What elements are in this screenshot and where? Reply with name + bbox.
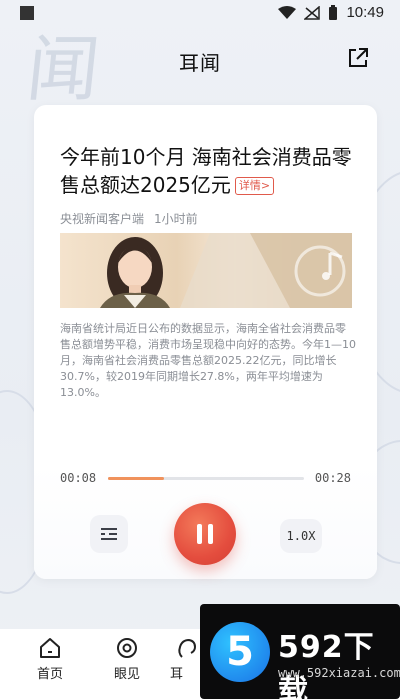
ear-icon <box>178 638 197 658</box>
nav-label: 眼见 <box>113 667 140 682</box>
battery-icon <box>329 4 338 20</box>
app-screen: 10:49 闻 耳闻 今年前10个月 海南社会消费品零售总额达2025亿元 详情>… <box>0 0 400 699</box>
anchor-illustration <box>100 233 352 308</box>
article-summary: 海南省统计局近日公布的数据显示，海南全省社会消费品零售总额增势平稳，消费市场呈现… <box>60 322 356 399</box>
page-title: 耳闻 <box>179 51 221 75</box>
logo-digit: 5 <box>226 629 254 675</box>
nav-label: 首页 <box>36 667 63 682</box>
pause-icon <box>194 524 216 544</box>
article-meta: 央视新闻客户端 1小时前 <box>60 210 198 227</box>
home-icon <box>40 638 60 658</box>
article-image <box>60 233 352 308</box>
nav-item-eye[interactable]: 眼见 <box>97 637 157 682</box>
nav-item-home[interactable]: 首页 <box>20 637 80 682</box>
publish-time: 1小时前 <box>154 212 198 226</box>
site-watermark-logo: 5 592下载 www.592xiazai.com <box>200 604 400 699</box>
eye-icon <box>117 638 137 658</box>
source-label: 央视新闻客户端 <box>60 212 145 226</box>
logo-url: www.592xiazai.com <box>278 666 400 680</box>
total-time: 00:28 <box>314 471 351 485</box>
elapsed-time: 00:08 <box>60 471 97 485</box>
pause-button[interactable] <box>174 503 236 565</box>
logo-badge: 5 <box>210 622 270 682</box>
no-signal-icon <box>304 5 321 20</box>
nav-label: 耳 <box>170 667 184 682</box>
wifi-icon <box>278 5 297 19</box>
audio-news-card: 今年前10个月 海南社会消费品零售总额达2025亿元 详情> 央视新闻客户端 1小时… <box>34 105 377 579</box>
article-headline[interactable]: 今年前10个月 海南社会消费品零售总额达2025亿元 详情> <box>60 143 360 199</box>
nav-item-ear[interactable]: 耳 <box>170 637 204 682</box>
playlist-icon <box>101 528 117 540</box>
share-icon[interactable] <box>346 46 370 70</box>
progress-fill <box>108 477 165 480</box>
headline-text: 今年前10个月 海南社会消费品零售总额达2025亿元 <box>60 145 352 197</box>
logo-brand: 592下载 <box>278 630 375 699</box>
playback-speed-button[interactable]: 1.0X <box>280 519 322 553</box>
progress-bar[interactable] <box>108 477 304 480</box>
detail-link[interactable]: 详情> <box>234 177 275 195</box>
playlist-button[interactable] <box>90 515 128 553</box>
clock: 10:49 <box>346 4 384 21</box>
